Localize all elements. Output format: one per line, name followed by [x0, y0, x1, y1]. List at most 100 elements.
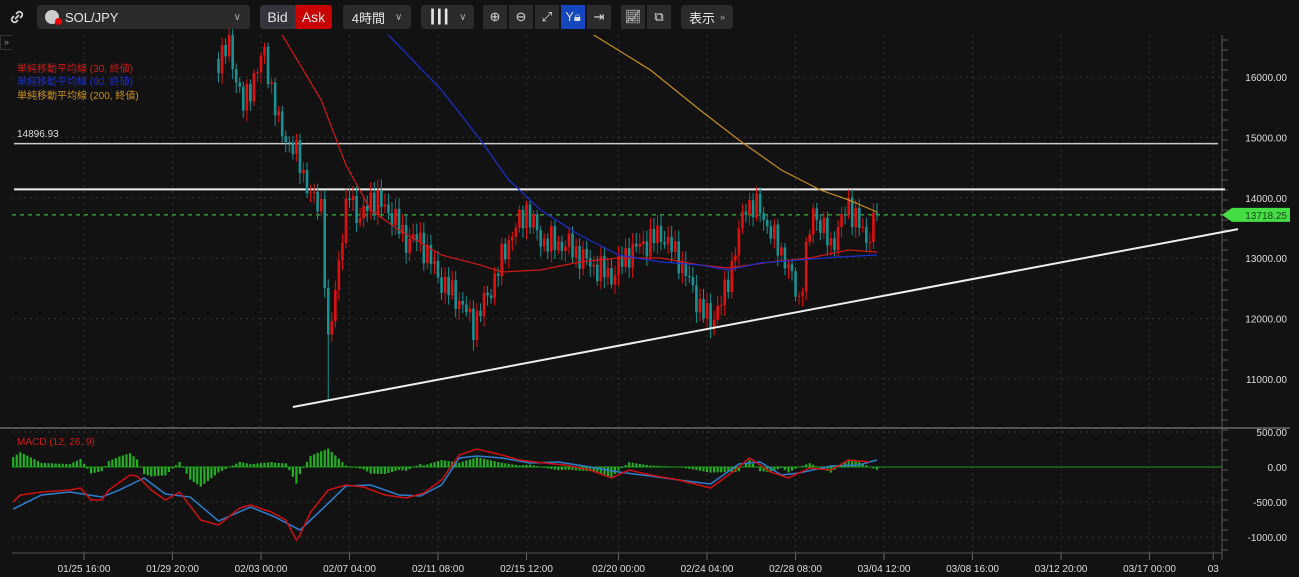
candle-body [457, 300, 461, 309]
macd-histogram-bar [783, 467, 787, 471]
candle-body [751, 200, 755, 218]
candle-body [571, 233, 574, 258]
macd-histogram-bar [875, 467, 879, 470]
macd-histogram-bar [681, 467, 684, 468]
macd-histogram-bar [22, 454, 25, 467]
candle-body [249, 83, 252, 102]
macd-histogram-bar [606, 467, 610, 477]
candle-body [804, 241, 808, 292]
macd-histogram-bar [107, 461, 110, 467]
price-tick-label: 16000.00 [1245, 73, 1287, 84]
candle-body [525, 204, 528, 229]
macd-histogram-bar [174, 465, 178, 467]
macd-histogram-bar [79, 458, 82, 467]
macd-histogram-bar [93, 467, 96, 473]
candle-body [797, 295, 801, 297]
time-tick-label: 03/08 16:00 [946, 564, 999, 575]
macd-histogram-bar [245, 463, 248, 467]
macd-histogram-bar [429, 463, 433, 467]
macd-histogram-bar [656, 465, 659, 467]
macd-histogram-bar [546, 467, 549, 469]
macd-histogram-bar [309, 455, 312, 467]
macd-histogram-bar [709, 467, 712, 473]
macd-histogram-bar [854, 460, 857, 467]
macd-histogram-bar [514, 464, 517, 467]
legend-ma90: 単純移動平均線 (90, 終値) [17, 77, 134, 88]
candle-body [783, 247, 787, 269]
candle-body [542, 238, 546, 247]
macd-histogram-bar [355, 467, 358, 468]
candle-body [305, 169, 309, 194]
macd-histogram-bar [121, 455, 125, 467]
candle-body [691, 277, 695, 286]
macd-histogram-bar [571, 467, 574, 471]
macd-histogram-bar [642, 464, 645, 467]
macd-histogram-bar [688, 467, 691, 469]
macd-histogram-bar [603, 467, 606, 476]
candle-body [436, 260, 440, 278]
macd-histogram-bar [270, 462, 273, 467]
candle-body [468, 308, 472, 313]
legend-ma200: 単純移動平均線 (200, 終値) [17, 91, 139, 102]
macd-histogram-bar [497, 461, 500, 467]
candle-body [309, 192, 312, 194]
candle-body [808, 234, 811, 242]
candle-body [334, 289, 337, 322]
candle-body [610, 268, 613, 285]
macd-histogram-bar [33, 459, 36, 467]
macd-histogram-bar [160, 467, 163, 476]
macd-histogram-bar [196, 467, 199, 485]
candle-body [493, 273, 496, 299]
candle-body [298, 140, 302, 174]
macd-histogram-bar [185, 467, 188, 474]
price-chart[interactable]: 16000.00 15000.00 14000.00 13000.00 12000.00… [0, 0, 1299, 577]
candle-body [447, 276, 450, 296]
candle-body [263, 46, 266, 56]
macd-histogram-bar [182, 467, 185, 468]
price-tick-label: 14000.00 [1245, 194, 1287, 205]
macd-histogram-bar [507, 463, 510, 467]
candle-body [811, 208, 815, 235]
candle-body [475, 310, 479, 340]
candle-body [606, 268, 610, 278]
candle-body [642, 241, 645, 244]
candle-body [730, 260, 734, 293]
candle-body [567, 233, 571, 247]
candle-body [238, 82, 242, 87]
macd-histogram-bar [249, 464, 252, 467]
candle-body [819, 220, 822, 234]
macd-histogram-bar [812, 464, 815, 467]
candle-body [815, 208, 819, 221]
macd-histogram-bar [320, 451, 323, 467]
candle-body [549, 226, 553, 252]
macd-histogram-bar [659, 466, 663, 467]
time-tick-label: 01/25 16:00 [58, 564, 111, 575]
candle-body [323, 199, 327, 289]
macd-histogram-bar [397, 467, 401, 470]
macd-histogram-bar [58, 463, 61, 467]
macd-histogram-bar [394, 467, 397, 471]
price-tick-label: 15000.00 [1245, 133, 1287, 144]
candle-body [234, 69, 238, 83]
candle-body [242, 86, 245, 111]
macd-histogram-bar [613, 467, 617, 474]
macd-histogram-bar [348, 466, 351, 467]
candle-body [486, 292, 489, 296]
macd-histogram-bar [111, 459, 114, 467]
macd-histogram-bar [564, 467, 567, 470]
macd-histogram-bar [511, 464, 514, 467]
candle-body [557, 241, 560, 250]
macd-histogram-bar [461, 461, 464, 467]
candle-body [861, 226, 865, 228]
candle-body [765, 220, 769, 227]
macd-histogram-bar [649, 465, 652, 467]
macd-histogram-bar [808, 463, 811, 467]
macd-histogram-bar [610, 467, 613, 478]
macd-histogram-bar [667, 466, 670, 467]
macd-histogram-bar [553, 467, 556, 470]
macd-histogram-bar [465, 460, 468, 467]
candle-body [726, 279, 730, 293]
macd-histogram-bar [401, 467, 404, 471]
macd-histogram-bar [210, 467, 213, 479]
candle-body [656, 225, 659, 244]
